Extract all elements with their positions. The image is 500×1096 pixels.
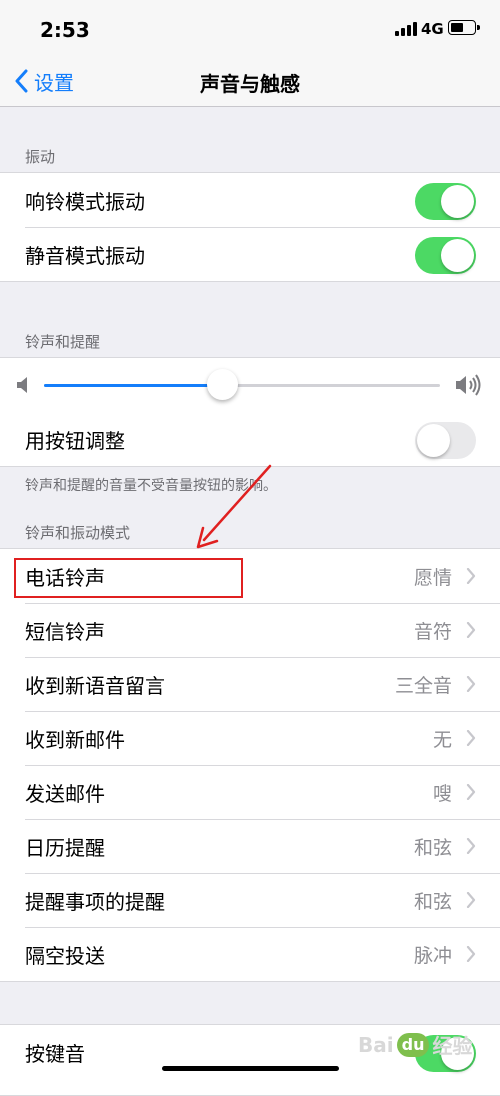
sound-row-new-voicemail[interactable]: 收到新语音留言 三全音 xyxy=(0,657,500,711)
row-value: 脉冲 xyxy=(413,944,452,967)
row-value: 音符 xyxy=(413,620,452,643)
chevron-right-icon xyxy=(466,622,476,638)
navigation-bar: 设置 声音与触感 xyxy=(0,58,500,107)
status-bar: 2:53 4G xyxy=(0,0,500,58)
speaker-low-icon xyxy=(17,377,27,393)
speaker-high-icon xyxy=(456,374,481,396)
section-header-sounds: 铃声和振动模式 xyxy=(25,524,131,542)
row-label: 短信铃声 xyxy=(25,619,105,644)
adjust-with-buttons-row: 用按钮调整 xyxy=(0,412,500,466)
sound-row-calendar-alerts[interactable]: 日历提醒 和弦 xyxy=(0,819,500,873)
baidu-watermark: Bai du 经验 xyxy=(358,1030,472,1059)
sound-row-sent-mail[interactable]: 发送邮件 嗖 xyxy=(0,765,500,819)
chevron-right-icon xyxy=(466,676,476,692)
annotation-highlight-box xyxy=(14,558,243,598)
row-label: 静音模式振动 xyxy=(25,243,145,268)
chevron-right-icon xyxy=(466,568,476,584)
network-type: 4G xyxy=(421,20,444,38)
home-indicator xyxy=(162,1066,339,1071)
section-header-ringer: 铃声和提醒 xyxy=(25,333,101,351)
toggle-knob xyxy=(417,424,450,457)
sound-row-new-mail[interactable]: 收到新邮件 无 xyxy=(0,711,500,765)
silent-vibrate-toggle[interactable] xyxy=(415,237,476,274)
chevron-right-icon xyxy=(466,946,476,962)
row-label: 收到新邮件 xyxy=(25,727,125,752)
chevron-right-icon xyxy=(466,784,476,800)
ringer-group: 用按钮调整 xyxy=(0,357,500,467)
watermark-text-right: 经验 xyxy=(432,1034,473,1058)
ring-vibrate-toggle[interactable] xyxy=(415,183,476,220)
sound-row-airdrop[interactable]: 隔空投送 脉冲 xyxy=(0,927,500,981)
watermark-text-left: Bai xyxy=(358,1032,394,1057)
row-label: 隔空投送 xyxy=(25,943,105,968)
volume-slider-thumb[interactable] xyxy=(206,369,238,400)
row-label: 收到新语音留言 xyxy=(25,673,165,698)
volume-slider[interactable] xyxy=(44,384,440,387)
sound-row-text-tone[interactable]: 短信铃声 音符 xyxy=(0,603,500,657)
sounds-group: 电话铃声 愿情 短信铃声 音符 收到新语音留言 三全音 收到新邮件 无 发送邮件… xyxy=(0,548,500,982)
row-label: 响铃模式振动 xyxy=(25,189,145,214)
row-label: 用按钮调整 xyxy=(25,428,125,453)
row-value: 和弦 xyxy=(413,836,452,859)
volume-slider-fill xyxy=(44,384,223,387)
adjust-with-buttons-toggle[interactable] xyxy=(415,422,476,459)
battery-icon xyxy=(448,20,480,35)
row-value: 无 xyxy=(432,728,452,751)
status-time: 2:53 xyxy=(40,18,90,42)
row-label: 日历提醒 xyxy=(25,835,105,860)
chevron-right-icon xyxy=(466,892,476,908)
ring-vibrate-row: 响铃模式振动 xyxy=(0,173,500,227)
row-value: 嗖 xyxy=(432,782,452,805)
chevron-right-icon xyxy=(466,730,476,746)
annotation-arrow-icon xyxy=(196,464,272,549)
row-value: 愿情 xyxy=(413,566,452,589)
volume-slider-row xyxy=(0,358,500,412)
row-value: 三全音 xyxy=(394,674,452,697)
sound-row-reminder-alerts[interactable]: 提醒事项的提醒 和弦 xyxy=(0,873,500,927)
cellular-signal-icon xyxy=(395,22,417,36)
row-label: 提醒事项的提醒 xyxy=(25,889,165,914)
watermark-logo: du xyxy=(396,1032,430,1057)
vibration-group: 响铃模式振动 静音模式振动 xyxy=(0,172,500,282)
toggle-knob xyxy=(441,239,474,272)
chevron-right-icon xyxy=(466,838,476,854)
section-header-vibration: 振动 xyxy=(25,148,56,166)
page-title: 声音与触感 xyxy=(200,72,300,96)
row-value: 和弦 xyxy=(413,890,452,913)
row-label: 按键音 xyxy=(25,1041,85,1066)
row-label: 发送邮件 xyxy=(25,781,105,806)
toggle-knob xyxy=(441,185,474,218)
silent-vibrate-row: 静音模式振动 xyxy=(0,227,500,281)
